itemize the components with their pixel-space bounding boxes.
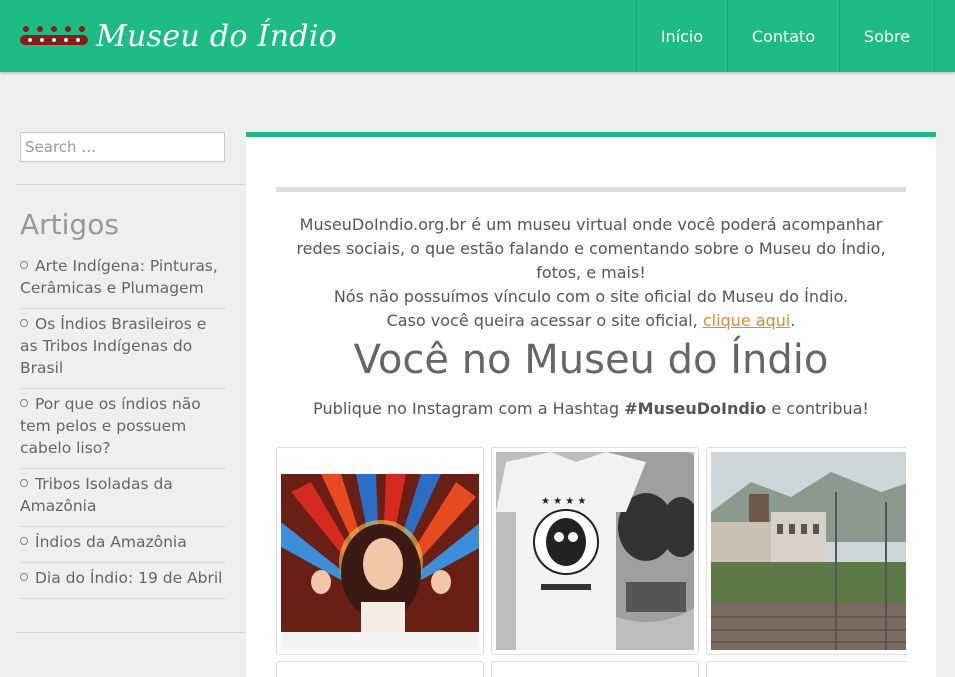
- article-link[interactable]: Por que os índios não tem pelos e possue…: [20, 395, 201, 457]
- official-site-link[interactable]: clique aqui: [703, 311, 790, 330]
- gallery-photo-feather-headdress: [281, 452, 479, 650]
- main-content: MuseuDoIndio.org.br é um museu virtual o…: [246, 132, 936, 677]
- site-logo[interactable]: Museu do Índio: [20, 16, 337, 56]
- nav-item-contato[interactable]: Contato: [727, 0, 839, 72]
- gallery-item[interactable]: [276, 661, 484, 677]
- content-divider: [276, 187, 906, 192]
- sidebar-divider: [16, 184, 245, 185]
- list-item: Índios da Amazônia: [20, 527, 226, 563]
- gallery-item[interactable]: [706, 447, 906, 655]
- subtitle-suffix: e contribua!: [771, 399, 869, 418]
- intro-line-1: MuseuDoIndio.org.br é um museu virtual o…: [296, 215, 886, 282]
- logo-icon: [20, 26, 88, 45]
- article-link[interactable]: Dia do Índio: 19 de Abril: [35, 569, 222, 587]
- site-header: Museu do Índio Início Contato Sobre: [0, 0, 955, 72]
- bullet-icon: [20, 318, 28, 327]
- gallery-photo-old-building: [711, 452, 906, 650]
- page-subtitle: Publique no Instagram com a Hashtag #Mus…: [276, 399, 906, 418]
- list-item: Dia do Índio: 19 de Abril: [20, 563, 226, 599]
- bullet-icon: [20, 572, 28, 581]
- list-item: Por que os índios não tem pelos e possue…: [20, 389, 226, 469]
- article-link[interactable]: Tribos Isoladas da Amazônia: [20, 475, 173, 515]
- gallery-photo-skull-shirt: ★ ★ ★ ★: [496, 452, 694, 650]
- page-title: Você no Museu do Índio: [353, 337, 829, 383]
- nav-item-inicio[interactable]: Início: [636, 0, 727, 72]
- list-item: Tribos Isoladas da Amazônia: [20, 469, 226, 527]
- article-list: Arte Indígena: Pinturas, Cerâmicas e Plu…: [20, 251, 226, 599]
- gallery-item[interactable]: [706, 661, 906, 677]
- bullet-icon: [20, 536, 28, 545]
- intro-text: MuseuDoIndio.org.br é um museu virtual o…: [276, 213, 906, 333]
- gallery-item[interactable]: ★ ★ ★ ★: [491, 447, 699, 655]
- article-link[interactable]: Arte Indígena: Pinturas, Cerâmicas e Plu…: [20, 257, 218, 297]
- gallery-item[interactable]: [276, 447, 484, 655]
- bullet-icon: [20, 260, 28, 269]
- hashtag: #MuseuDoIndio: [624, 399, 767, 418]
- intro-line-3-suffix: .: [790, 311, 796, 330]
- gallery-item[interactable]: [491, 661, 699, 677]
- list-item: Os Índios Brasileiros e as Tribos Indíge…: [20, 309, 226, 389]
- intro-line-3-prefix: Caso você queira acessar o site oficial,: [386, 311, 698, 330]
- article-link[interactable]: Os Índios Brasileiros e as Tribos Indíge…: [20, 315, 206, 377]
- instagram-gallery: ★ ★ ★ ★: [276, 447, 906, 677]
- widget-title: Artigos: [20, 208, 119, 241]
- nav-item-sobre[interactable]: Sobre: [839, 0, 934, 72]
- search-input[interactable]: [20, 132, 225, 162]
- article-link[interactable]: Índios da Amazônia: [35, 533, 187, 551]
- svg-text:★ ★ ★ ★: ★ ★ ★ ★: [541, 496, 586, 507]
- main-nav: Início Contato Sobre: [636, 0, 955, 72]
- list-item: Arte Indígena: Pinturas, Cerâmicas e Plu…: [20, 251, 226, 309]
- subtitle-prefix: Publique no Instagram com a Hashtag: [313, 399, 620, 418]
- intro-line-2: Nós não possuímos vínculo com o site ofi…: [333, 287, 849, 306]
- bullet-icon: [20, 478, 28, 487]
- bullet-icon: [20, 398, 28, 407]
- nav-edge: [934, 0, 955, 72]
- sidebar: Artigos Arte Indígena: Pinturas, Cerâmic…: [0, 72, 245, 662]
- sidebar-divider: [16, 632, 245, 633]
- logo-text: Museu do Índio: [96, 18, 338, 54]
